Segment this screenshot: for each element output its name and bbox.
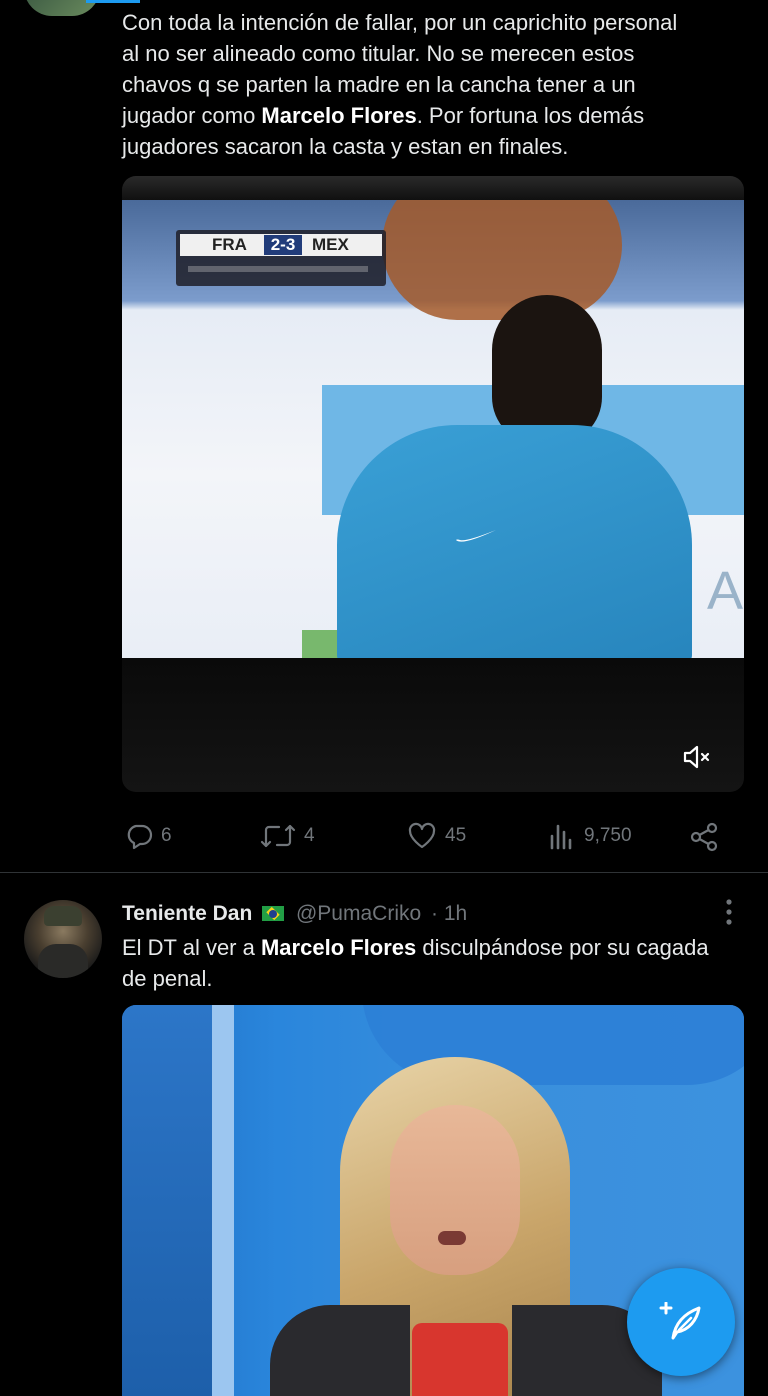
user-handle[interactable]: @PumaCriko	[296, 902, 421, 925]
video-picture: A FRA 2-3 MEX	[122, 200, 744, 658]
retweet-action[interactable]: 4	[260, 822, 315, 850]
tweet-2-line-1: El DT al ver a Marcelo Flores disculpánd…	[122, 935, 709, 960]
tweet-2-text: El DT al ver a Marcelo Flores disculpánd…	[122, 932, 752, 994]
mention-marcelo-flores: Marcelo Flores	[261, 103, 417, 128]
reply-action[interactable]: 6	[125, 822, 172, 850]
more-icon[interactable]	[724, 896, 734, 928]
woman-face	[390, 1105, 520, 1275]
woman-mouth	[438, 1231, 466, 1245]
tweet-1-video[interactable]: A FRA 2-3 MEX	[122, 176, 744, 792]
flag-emoji	[262, 906, 285, 921]
mention-marcelo-flores-2: Marcelo Flores	[260, 935, 417, 960]
player-shirt	[337, 425, 692, 658]
score-home: FRA	[212, 235, 247, 254]
retweet-icon	[260, 824, 296, 848]
tweet-2-header: Teniente Dan @PumaCriko · 1h	[122, 900, 467, 928]
tweet-1-line-5: jugadores sacaron la casta y estan en fi…	[122, 134, 569, 159]
views-action[interactable]: 9,750	[548, 822, 632, 850]
video-top-bar	[122, 176, 744, 200]
avatar-highlight	[86, 0, 140, 3]
tweet-1-line-2: al no ser alineado como titular. No se m…	[122, 41, 635, 66]
video-shadow	[382, 200, 622, 320]
compose-icon	[659, 1302, 701, 1340]
tweet-2-line-2: de penal.	[122, 966, 213, 991]
mute-icon[interactable]	[682, 745, 712, 769]
like-count: 45	[445, 825, 467, 846]
nike-logo-icon	[456, 530, 496, 542]
studio-pillar	[212, 1005, 234, 1396]
share-icon[interactable]	[688, 822, 720, 852]
score-away: MEX	[312, 235, 349, 254]
scoreboard: FRA 2-3 MEX	[176, 230, 386, 286]
retweet-count: 4	[304, 825, 315, 846]
tweet-divider	[0, 872, 768, 873]
reply-icon	[127, 824, 153, 850]
like-icon	[408, 822, 436, 849]
player-head	[492, 295, 602, 445]
views-icon	[550, 824, 572, 850]
woman-jacket-left	[270, 1305, 410, 1396]
tweet-1-line-3: chavos q se parten la madre en la cancha…	[122, 72, 636, 97]
user-avatar[interactable]	[24, 900, 102, 978]
views-count: 9,750	[584, 825, 632, 846]
video-bottom-area	[122, 658, 744, 792]
tweet-1-text: Con toda la intención de fallar, por un …	[122, 7, 752, 162]
display-name[interactable]: Teniente Dan	[122, 902, 252, 925]
banner-letter: A	[707, 561, 744, 621]
compose-button[interactable]	[627, 1268, 735, 1376]
reply-count: 6	[161, 825, 172, 846]
like-action[interactable]: 45	[407, 822, 466, 850]
tweet-time[interactable]: · 1h	[431, 902, 467, 925]
score-value: 2-3	[264, 235, 302, 255]
tweet-1-line-1: Con toda la intención de fallar, por un …	[122, 10, 678, 35]
woman-shirt	[412, 1323, 508, 1396]
tweet-1-line-4: jugador como Marcelo Flores. Por fortuna…	[122, 103, 645, 128]
studio-panel-left	[122, 1005, 212, 1396]
